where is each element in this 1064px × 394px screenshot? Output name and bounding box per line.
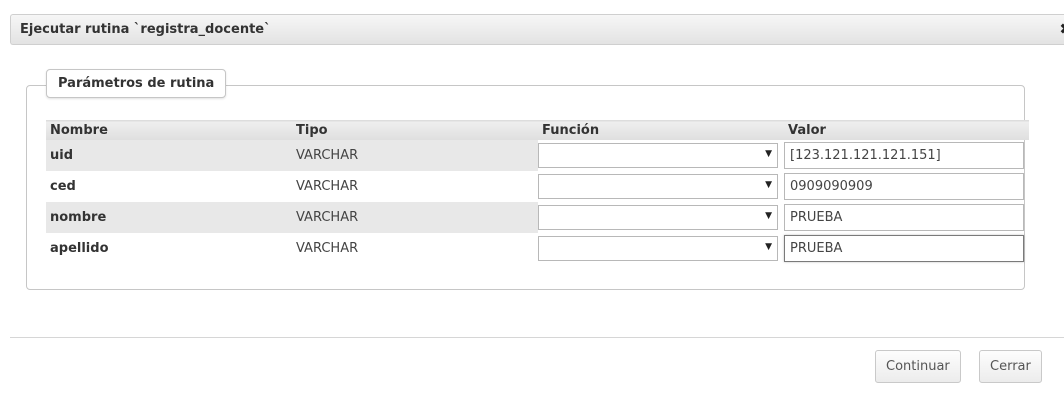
header-name: Nombre [46,120,292,140]
header-value: Valor [784,120,1029,140]
table-row: ced VARCHAR ▼ [46,171,1029,202]
function-select[interactable]: ▼ [538,143,778,168]
parameters-table: Nombre Tipo Función Valor uid VARCHAR ▼ … [46,120,1029,264]
param-name: ced [50,179,76,194]
param-type: VARCHAR [296,179,359,194]
param-name: apellido [50,241,109,256]
chevron-down-icon: ▼ [765,149,772,159]
value-input[interactable] [784,142,1024,169]
header-function: Función [538,120,784,140]
close-button[interactable]: Cerrar [979,350,1042,383]
param-name: nombre [46,202,292,233]
continue-button[interactable]: Continuar [875,350,961,383]
table-header-row: Nombre Tipo Función Valor [46,120,1029,140]
chevron-down-icon: ▼ [765,211,772,221]
footer-divider [10,337,1064,338]
fieldset-legend: Parámetros de rutina [46,69,227,98]
chevron-down-icon: ▼ [765,180,772,190]
table-row: uid VARCHAR ▼ [46,140,1029,171]
header-type: Tipo [292,120,538,140]
table-row: apellido VARCHAR ▼ [46,233,1029,264]
param-name: uid [46,140,292,171]
table-row: nombre VARCHAR ▼ [46,202,1029,233]
function-select[interactable]: ▼ [538,205,778,230]
dialog-title: Ejecutar rutina `registra_docente` [20,22,271,37]
param-type: VARCHAR [292,140,538,171]
param-type: VARCHAR [292,202,538,233]
dialog-title-bar: Ejecutar rutina `registra_docente` ✖ [10,14,1064,45]
value-input[interactable] [784,235,1024,262]
param-type: VARCHAR [296,241,359,256]
value-input[interactable] [784,173,1024,200]
value-input[interactable] [784,204,1024,231]
close-icon[interactable]: ✖ [1059,20,1064,38]
function-select[interactable]: ▼ [538,174,778,199]
function-select[interactable]: ▼ [538,236,778,261]
chevron-down-icon: ▼ [765,242,772,252]
